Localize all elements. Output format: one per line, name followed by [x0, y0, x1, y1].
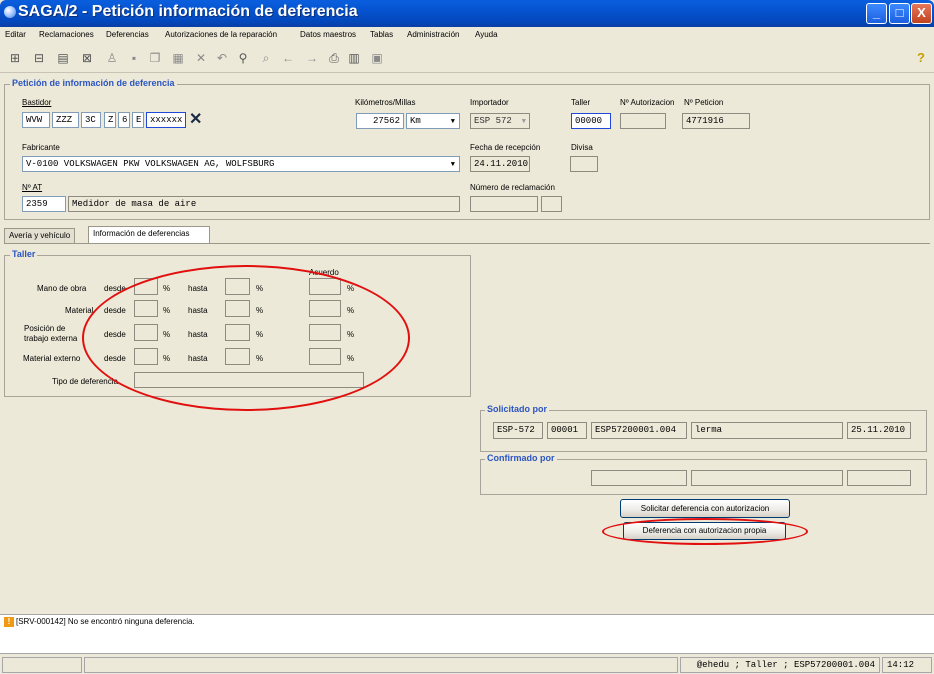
at-desc-field: Medidor de masa de aire — [68, 196, 460, 212]
forward-arrow-icon[interactable]: → — [305, 51, 319, 65]
menu-deferencias[interactable]: Deferencias — [106, 30, 149, 39]
window-title: SAGA/2 - Petición información de deferen… — [18, 3, 358, 20]
km-unit-value: Km — [410, 116, 421, 126]
annotation-ellipse-button — [602, 518, 808, 545]
print-icon[interactable]: ⎙ — [327, 51, 341, 65]
menu-reclamaciones[interactable]: Reclamaciones — [39, 30, 94, 39]
chevron-down-icon[interactable]: ▼ — [451, 117, 455, 128]
importador-value: ESP 572 — [474, 116, 512, 126]
solicitado-importer: ESP-572 — [493, 422, 543, 439]
confirmado-field-1 — [591, 470, 687, 486]
binoculars-icon[interactable]: ⚲ — [236, 51, 250, 65]
km-unit-select[interactable]: Km ▼ — [406, 113, 460, 129]
message-text: [SRV-000142] No se encontró ninguna defe… — [16, 617, 195, 626]
chevron-down-icon: ▼ — [521, 118, 526, 126]
divisa-label: Divisa — [571, 143, 593, 152]
tipo-deferencia-label: Tipo de deferencia — [52, 377, 118, 386]
menu-ayuda[interactable]: Ayuda — [475, 30, 498, 39]
status-panel-1 — [2, 657, 82, 673]
solicitado-workshop: 00001 — [547, 422, 587, 439]
confirmado-field-2 — [691, 470, 843, 486]
search-icon[interactable]: ⌕ — [259, 51, 273, 65]
solicitado-name: lerma — [691, 422, 843, 439]
reclamacion-field-2 — [541, 196, 562, 212]
app-icon — [4, 6, 16, 18]
maximize-button[interactable]: □ — [889, 3, 910, 24]
status-panel-2 — [84, 657, 678, 673]
clear-vin-icon[interactable]: ✕ — [189, 109, 202, 129]
status-time: 14:12 — [882, 657, 932, 673]
close-button[interactable]: X — [911, 3, 932, 24]
importador-select: ESP 572 ▼ — [470, 113, 530, 129]
at-code-input[interactable]: 2359 — [22, 196, 66, 212]
km-input[interactable]: 27562 — [356, 113, 404, 129]
bastidor-part-1[interactable]: WVW — [22, 112, 50, 128]
peticion-legend: Petición de información de deferencia — [10, 78, 177, 88]
fabricante-label: Fabricante — [22, 143, 60, 152]
solicitado-date: 25.11.2010 — [847, 422, 911, 439]
copy-icon[interactable]: ❐ — [148, 51, 162, 65]
fecha-field: 24.11.2010 — [470, 156, 530, 172]
taller-input[interactable]: 00000 — [571, 113, 611, 129]
solicitado-legend: Solicitado por — [485, 404, 550, 414]
delete-icon[interactable]: ⊠ — [80, 51, 94, 65]
autorizacion-label: Nº Autorizacion — [620, 98, 675, 107]
back-arrow-icon[interactable]: ← — [281, 51, 295, 65]
status-session: @ehedu ; Taller ; ESP57200001.004 — [680, 657, 880, 673]
bastidor-part-5[interactable]: 6 — [118, 112, 130, 128]
km-label: Kilómetros/Millas — [355, 98, 416, 107]
confirmado-legend: Confirmado por — [485, 453, 557, 463]
tab-averia-vehiculo[interactable]: Avería y vehículo — [4, 228, 76, 243]
menu-editar[interactable]: Editar — [5, 30, 26, 39]
autorizacion-field — [620, 113, 666, 129]
help-icon[interactable]: ? — [917, 50, 925, 65]
undo-icon[interactable]: ↶ — [215, 51, 229, 65]
material-externo-label: Material externo — [23, 354, 81, 363]
close-icon[interactable]: ✕ — [194, 51, 208, 65]
menu-tablas[interactable]: Tablas — [370, 30, 393, 39]
bastidor-part-3[interactable]: 3C — [81, 112, 101, 128]
minimize-button[interactable]: _ — [866, 3, 887, 24]
reclamacion-label: Número de reclamación — [470, 183, 555, 192]
fabricante-select[interactable]: V-0100 VOLKSWAGEN PKW VOLKSWAGEN AG, WOL… — [22, 156, 460, 172]
at-label: Nº AT — [22, 183, 43, 192]
menu-datos-maestros[interactable]: Datos maestros — [300, 30, 356, 39]
importador-label: Importador — [470, 98, 509, 107]
bastidor-part-7[interactable]: xxxxxx — [146, 112, 186, 128]
users-icon[interactable]: ♙ — [105, 51, 119, 65]
bastidor-part-6[interactable]: E — [132, 112, 144, 128]
bastidor-part-4[interactable]: Z — [104, 112, 116, 128]
confirmado-field-3 — [847, 470, 911, 486]
menu-administracion[interactable]: Administración — [407, 30, 459, 39]
bastidor-part-2[interactable]: ZZZ — [52, 112, 79, 128]
reclamacion-field-1 — [470, 196, 538, 212]
bastidor-label: Bastidor — [22, 98, 52, 107]
mano-obra-label: Mano de obra — [37, 284, 87, 293]
divisa-field — [570, 156, 598, 172]
fecha-label: Fecha de recepción — [470, 143, 541, 152]
tab-strip-line — [4, 243, 930, 244]
fabricante-value: V-0100 VOLKSWAGEN PKW VOLKSWAGEN AG, WOL… — [26, 159, 275, 169]
warning-icon: ! — [4, 617, 14, 627]
tree-icon[interactable]: ⊞ — [8, 51, 22, 65]
tree2-icon[interactable]: ⊟ — [32, 51, 46, 65]
peticion-label: Nº Peticion — [684, 98, 724, 107]
tab-informacion-deferencias[interactable]: Información de deferencias — [88, 226, 210, 243]
paste-icon[interactable]: ▦ — [171, 51, 185, 65]
calculator-icon[interactable]: ▣ — [370, 51, 384, 65]
document-icon[interactable]: ▤ — [56, 51, 70, 65]
save-icon[interactable]: ▪ — [127, 51, 141, 65]
material-label: Material — [65, 306, 94, 315]
solicitado-user-id: ESP57200001.004 — [591, 422, 687, 439]
solicitar-deferencia-button[interactable]: Solicitar deferencia con autorizacion — [620, 499, 790, 518]
taller-label: Taller — [571, 98, 591, 107]
annotation-ellipse — [82, 265, 410, 411]
chevron-down-icon[interactable]: ▼ — [451, 160, 455, 171]
posicion-externa-label: Posición de trabajo externa — [24, 324, 78, 343]
menu-autorizaciones[interactable]: Autorizaciones de la reparación — [165, 30, 277, 39]
taller-legend: Taller — [10, 249, 38, 259]
barcode-icon[interactable]: ▥ — [347, 51, 361, 65]
peticion-field: 4771916 — [682, 113, 750, 129]
